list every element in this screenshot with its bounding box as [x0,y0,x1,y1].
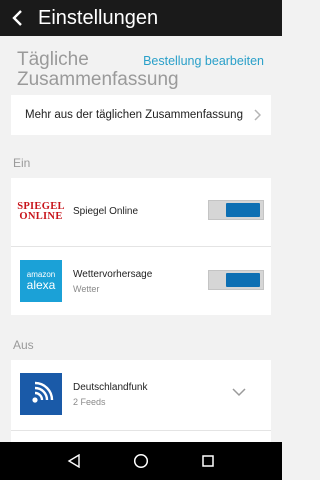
alexa-logo-text-2: alexa [26,278,56,292]
item-name: Deutschlandfunk [73,382,148,393]
item-subtitle: Wetter [73,284,100,294]
edit-order-link[interactable]: Bestellung bearbeiten [143,54,264,69]
more-from-summary-button[interactable]: Mehr aus der täglichen Zusammenfassung [11,95,271,135]
list-item-wettervorhersage[interactable]: amazon alexa Wettervorhersage Wetter [11,247,271,315]
deutschlandfunk-logo [20,373,62,415]
app-bar: Einstellungen [0,0,282,36]
toggle-knob [226,203,260,217]
chevron-right-icon [253,109,262,124]
summary-header: Tägliche Zusammenfassung Bestellung bear… [0,36,282,94]
spiegel-online-logo: SPIEGEL ONLINE [17,191,64,233]
section-off-label: Aus [13,338,34,352]
list-item-deutschlandfunk[interactable]: Deutschlandfunk 2 Feeds [11,360,271,430]
list-item-spiegel-online[interactable]: SPIEGEL ONLINE Spiegel Online [11,178,271,246]
toggle-spiegel-online[interactable] [208,200,264,220]
nav-home-icon[interactable] [128,448,154,474]
item-subtitle: 2 Feeds [73,397,106,407]
back-arrow-icon[interactable] [0,0,34,36]
nav-back-icon[interactable] [61,448,87,474]
item-name: Wettervorhersage [73,269,153,280]
page-title: Einstellungen [38,6,159,29]
amazon-alexa-logo: amazon alexa [20,260,62,302]
item-name: Spiegel Online [73,206,139,217]
section-on-label: Ein [13,156,31,170]
system-nav-bar [0,442,282,480]
nav-recents-icon[interactable] [195,448,221,474]
list-item [11,431,271,442]
toggle-knob [226,273,260,287]
chevron-down-icon[interactable] [231,384,247,402]
toggle-wettervorhersage[interactable] [208,270,264,290]
spiegel-logo-text-2: ONLINE [19,211,63,222]
more-from-summary-label: Mehr aus der täglichen Zusammenfassung [25,109,243,121]
